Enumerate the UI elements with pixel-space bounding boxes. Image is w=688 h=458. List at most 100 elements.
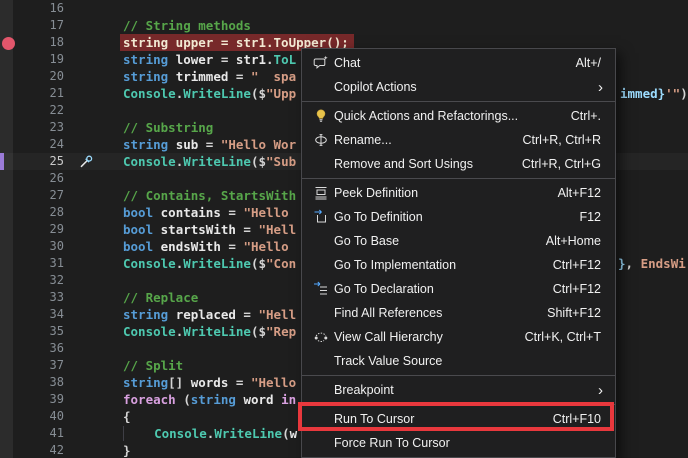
gutter-slot <box>64 170 123 187</box>
go-to-declaration-icon <box>310 281 332 297</box>
code-segment: = <box>228 375 251 390</box>
code-text: { <box>123 408 131 425</box>
code-segment: WriteLine <box>214 426 282 441</box>
line-number: 16 <box>0 0 64 17</box>
code-segment <box>168 52 176 67</box>
gutter-slot <box>64 0 123 17</box>
line-number: 30 <box>0 238 64 255</box>
menu-item-go-to-definition[interactable]: Go To DefinitionF12 <box>302 205 615 229</box>
menu-item-track-value-source[interactable]: Track Value Source <box>302 349 615 373</box>
gutter-slot <box>64 289 123 306</box>
gutter-slot <box>64 340 123 357</box>
gutter-slot <box>64 187 123 204</box>
code-segment: WriteLine <box>183 154 251 169</box>
go-to-definition-icon <box>310 209 332 225</box>
code-text: string lower = str1.ToL <box>123 51 296 68</box>
line-number: 38 <box>0 374 64 391</box>
code-segment: ( <box>282 426 290 441</box>
code-text: Console.WriteLine(w <box>123 425 297 442</box>
line-number: 31 <box>0 255 64 272</box>
code-segment: ( <box>176 392 191 407</box>
menu-item-breakpoint[interactable]: Breakpoint› <box>302 378 615 402</box>
code-segment: "Rep <box>266 324 296 339</box>
menu-item-label: Force Run To Cursor <box>332 436 601 450</box>
code-segment: "Hello Wor <box>221 137 296 152</box>
menu-shortcut: Ctrl+R, Ctrl+G <box>522 157 615 171</box>
breakpoint-icon[interactable] <box>2 37 15 50</box>
code-segment: startsWith <box>161 222 236 237</box>
gutter-slot <box>64 51 123 68</box>
code-segment: in <box>281 392 296 407</box>
code-segment: "Con <box>266 256 296 271</box>
menu-item-label: Find All References <box>332 306 547 320</box>
menu-item-copilot-actions[interactable]: Copilot Actions› <box>302 75 615 99</box>
code-segment: WriteLine <box>183 256 251 271</box>
gutter-slot <box>64 323 123 340</box>
code-segment: // Replace <box>123 290 198 305</box>
code-text: // Split <box>123 357 183 374</box>
code-segment: . <box>266 52 274 67</box>
code-segment: bool <box>123 205 153 220</box>
gutter-slot <box>64 374 123 391</box>
code-segment: = <box>213 52 236 67</box>
menu-item-label: Chat <box>332 56 576 70</box>
gutter-slot <box>64 34 123 51</box>
line-number: 21 <box>0 85 64 102</box>
code-segment: = <box>198 137 221 152</box>
menu-item-label: Go To Implementation <box>332 258 553 272</box>
code-line-17[interactable]: 17// String methods <box>0 17 688 34</box>
code-text: // Contains, StartsWith <box>123 187 296 204</box>
menu-item-label: Breakpoint <box>332 383 598 397</box>
menu-shortcut: Ctrl+F12 <box>553 282 615 296</box>
gutter-slot <box>64 442 123 458</box>
menu-item-go-to-declaration[interactable]: Go To DeclarationCtrl+F12 <box>302 277 615 301</box>
line-number: 17 <box>0 17 64 34</box>
code-segment: // Split <box>123 358 183 373</box>
code-text: string trimmed = " spa <box>123 68 296 85</box>
menu-item-label: Peek Definition <box>332 186 558 200</box>
code-segment: Console <box>123 86 176 101</box>
code-fragment-line-31: }, EndsWi <box>618 255 686 272</box>
menu-item-force-run-to-cursor[interactable]: Force Run To Cursor <box>302 431 615 455</box>
gutter-slot <box>64 136 123 153</box>
menu-shortcut: Ctrl+R, Ctrl+R <box>523 133 615 147</box>
code-text: foreach (string word in <box>123 391 296 408</box>
menu-item-remove-and-sort-usings[interactable]: Remove and Sort UsingsCtrl+R, Ctrl+G <box>302 152 615 176</box>
code-segment: { <box>123 409 131 424</box>
menu-item-quick-actions-and-refactorings[interactable]: Quick Actions and Refactorings...Ctrl+. <box>302 104 615 128</box>
code-segment: "Hell <box>258 222 296 237</box>
line-number: 27 <box>0 187 64 204</box>
code-line-16[interactable]: 16 <box>0 0 688 17</box>
code-text: string replaced = "Hell <box>123 306 296 323</box>
code-segment: sub <box>176 137 199 152</box>
menu-shortcut: Alt+/ <box>576 56 615 70</box>
line-number: 34 <box>0 306 64 323</box>
code-segment: immed} <box>620 86 665 101</box>
gutter-slot <box>64 425 123 442</box>
menu-item-peek-definition[interactable]: Peek DefinitionAlt+F12 <box>302 181 615 205</box>
menu-separator <box>302 101 615 102</box>
code-segment: foreach <box>123 392 176 407</box>
gutter-slot <box>64 272 123 289</box>
menu-item-find-all-references[interactable]: Find All ReferencesShift+F12 <box>302 301 615 325</box>
code-segment: = <box>236 222 259 237</box>
menu-item-label: Track Value Source <box>332 354 601 368</box>
menu-item-go-to-base[interactable]: Go To BaseAlt+Home <box>302 229 615 253</box>
gutter-slot <box>64 204 123 221</box>
menu-item-label: Rename... <box>332 133 523 147</box>
menu-item-chat[interactable]: ChatAlt+/ <box>302 51 615 75</box>
rename-icon <box>310 132 332 148</box>
code-segment: " spa <box>251 69 296 84</box>
menu-item-rename[interactable]: Rename...Ctrl+R, Ctrl+R <box>302 128 615 152</box>
code-segment: "Hello <box>243 205 296 220</box>
menu-separator <box>302 178 615 179</box>
code-segment: str1 <box>236 52 266 67</box>
menu-item-view-call-hierarchy[interactable]: View Call HierarchyCtrl+K, Ctrl+T <box>302 325 615 349</box>
code-segment: word <box>243 392 273 407</box>
gutter-slot <box>64 238 123 255</box>
code-segment: WriteLine <box>183 324 251 339</box>
code-segment: Console <box>154 426 207 441</box>
menu-item-go-to-implementation[interactable]: Go To ImplementationCtrl+F12 <box>302 253 615 277</box>
code-segment: = <box>236 307 259 322</box>
menu-shortcut: Shift+F12 <box>547 306 615 320</box>
